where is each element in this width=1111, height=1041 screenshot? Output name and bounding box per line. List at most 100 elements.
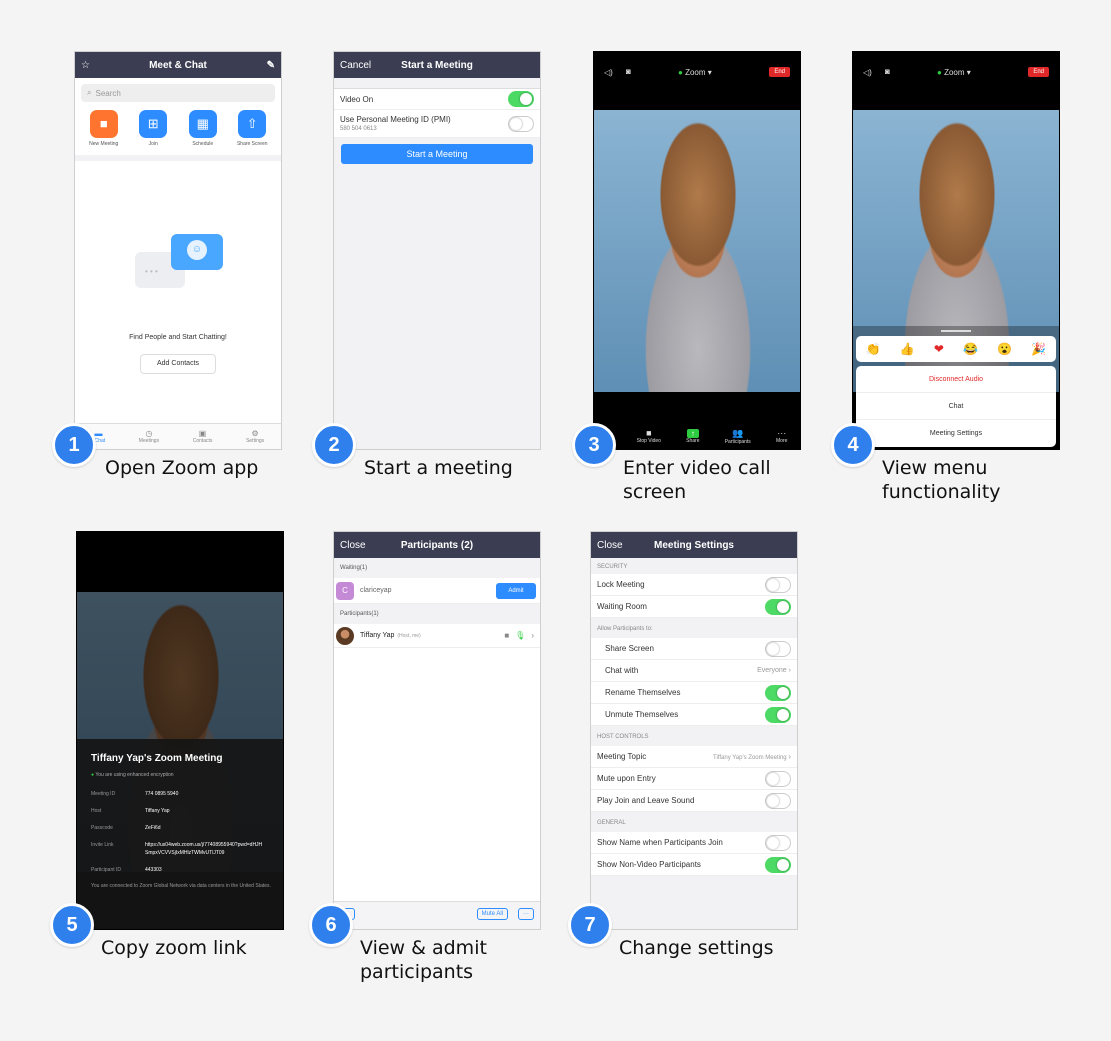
compose-icon[interactable]: ✎ [267, 60, 275, 71]
search-icon: ⌕ [87, 88, 92, 97]
speaker-icon[interactable]: ◁) [863, 68, 872, 77]
info-key: Host [91, 808, 102, 814]
step-badge: 7 [568, 903, 612, 947]
tab-contacts[interactable]: ▣ Contacts [193, 429, 213, 444]
add-contacts-button[interactable]: Add Contacts [140, 354, 216, 374]
chat-item[interactable]: Chat [856, 393, 1056, 420]
plus-icon: ⊞ [139, 110, 168, 138]
invite-link-value[interactable]: https://us04web.zoom.us/j/77408955940?pw… [145, 841, 265, 857]
people-icon: 👥 [732, 427, 744, 438]
gear-icon: ⚙ [251, 429, 259, 438]
cancel-button[interactable]: Cancel [340, 60, 371, 71]
surprised-reaction[interactable]: 😮 [997, 342, 1012, 356]
join-button[interactable]: ⊞ Join [130, 110, 176, 147]
zoom-dropdown[interactable]: ● Zoom ▾ [678, 68, 712, 77]
close-button[interactable]: Close [340, 540, 366, 551]
disconnect-audio-item[interactable]: Disconnect Audio [856, 366, 1056, 393]
chat-bubbles-illustration: • • • ☺ [133, 230, 228, 298]
camera-switch-icon[interactable]: ◙ [885, 67, 890, 76]
participant-id-value: 443303 [145, 867, 162, 873]
tab-settings[interactable]: ⚙ Settings [246, 429, 264, 444]
show-name-toggle[interactable] [765, 834, 791, 851]
participants-button[interactable]: 👥 Participants [725, 428, 751, 445]
pmi-toggle[interactable] [508, 115, 534, 132]
admit-button[interactable]: Admit [496, 582, 536, 599]
search-input[interactable]: ⌕ Search [81, 84, 275, 102]
waiting-room-toggle[interactable] [765, 598, 791, 615]
shield-icon: ● [937, 68, 942, 77]
call-top-bar: ◁) ◙ ● Zoom ▾ End [853, 52, 1059, 96]
share-button[interactable]: ↑ Share [686, 428, 700, 444]
meeting-title: Tiffany Yap's Zoom Meeting [91, 753, 223, 764]
end-button[interactable]: End [1028, 67, 1049, 77]
participants-header: Participants(1) [334, 604, 540, 624]
step-caption: View & admit participants [360, 937, 487, 983]
laugh-reaction[interactable]: 😂 [963, 342, 978, 356]
participant-row[interactable]: Tiffany Yap (Host, me) ■ 🎙 › [334, 624, 540, 648]
host-controls-section: HOST CONTROLS [591, 726, 797, 746]
passcode-value[interactable]: ZeFi6d [145, 824, 161, 832]
step-caption: Enter video call screen [623, 457, 771, 503]
unmute-row: Unmute Themselves [591, 704, 797, 726]
mute-entry-toggle[interactable] [765, 770, 791, 787]
step-caption: View menu functionality [882, 457, 1001, 503]
waiting-name: clariceyap [360, 587, 392, 594]
rename-toggle[interactable] [765, 684, 791, 701]
chevron-right-icon: › [788, 752, 791, 761]
party-reaction[interactable]: 🎉 [1031, 342, 1046, 356]
screen-title: Meet & Chat [149, 59, 207, 71]
share-screen-button[interactable]: ⇧ Share Screen [229, 110, 275, 147]
info-key: Invite Link [91, 842, 114, 848]
new-meeting-button[interactable]: ■ New Meeting [81, 110, 127, 147]
schedule-button[interactable]: ▦ Schedule [180, 110, 226, 147]
clock-icon: ◷ [145, 429, 153, 438]
rename-row: Rename Themselves [591, 682, 797, 704]
meeting-topic-row[interactable]: Meeting Topic Tiffany Yap's Zoom Meeting … [591, 746, 797, 768]
share-up-icon: ↑ [686, 428, 699, 438]
more-button[interactable]: ··· More [776, 428, 787, 444]
lock-meeting-toggle[interactable] [765, 576, 791, 593]
video-on-toggle[interactable] [508, 91, 534, 107]
tab-meetings[interactable]: ◷ Meetings [139, 429, 159, 444]
chat-with-row[interactable]: Chat with Everyone › [591, 660, 797, 682]
thumbs-up-reaction[interactable]: 👍 [900, 342, 915, 356]
show-nonvideo-toggle[interactable] [765, 856, 791, 873]
info-key: Meeting ID [91, 791, 116, 797]
bottom-tab-bar: ▬ t Chat ◷ Meetings ▣ Contacts ⚙ Settings [75, 423, 281, 449]
security-section: SECURITY [591, 558, 797, 574]
screen-participants: Close Participants (2) Waiting(1) C clar… [333, 531, 541, 930]
step-badge: 6 [309, 903, 353, 947]
participant-name: Tiffany Yap [360, 632, 395, 639]
close-button[interactable]: Close [597, 540, 623, 551]
participant-video [594, 110, 800, 392]
meeting-id-value[interactable]: 774 0895 5940 [145, 790, 178, 798]
screen-meeting-settings: Close Meeting Settings SECURITY Lock Mee… [590, 531, 798, 930]
meeting-info-card: Tiffany Yap's Zoom Meeting ● You are usi… [77, 739, 283, 929]
stop-video-button[interactable]: ■ Stop Video [637, 428, 661, 444]
chevron-right-icon: › [788, 667, 791, 674]
play-sound-toggle[interactable] [765, 792, 791, 809]
show-nonvideo-row: Show Non-Video Participants [591, 854, 797, 876]
clap-reaction[interactable]: 👏 [866, 342, 881, 356]
start-meeting-button[interactable]: Start a Meeting [341, 144, 533, 164]
meeting-settings-item[interactable]: Meeting Settings [856, 420, 1056, 447]
zoom-dropdown[interactable]: ● Zoom ▾ [937, 68, 971, 77]
step-badge: 3 [572, 423, 616, 467]
camera-switch-icon[interactable]: ◙ [626, 67, 631, 76]
info-key: Passcode [91, 825, 113, 831]
action-label: New Meeting [89, 141, 119, 147]
unmute-toggle[interactable] [765, 706, 791, 723]
speaker-icon[interactable]: ◁) [604, 68, 613, 77]
participants-footer: te Mute All ··· [334, 901, 540, 929]
mute-all-button[interactable]: Mute All [476, 908, 508, 920]
star-icon[interactable]: ☆ [81, 60, 90, 71]
waiting-header: Waiting(1) [334, 558, 540, 578]
top-bar: Close Participants (2) [334, 532, 540, 558]
network-note: You are connected to Zoom Global Network… [91, 883, 271, 889]
end-button[interactable]: End [769, 67, 790, 77]
sheet-handle[interactable] [941, 330, 971, 332]
heart-reaction[interactable]: ❤ [934, 342, 944, 356]
video-camera-icon: ■ [646, 428, 652, 438]
share-screen-toggle[interactable] [765, 640, 791, 657]
more-options-button[interactable]: ··· [518, 908, 534, 920]
